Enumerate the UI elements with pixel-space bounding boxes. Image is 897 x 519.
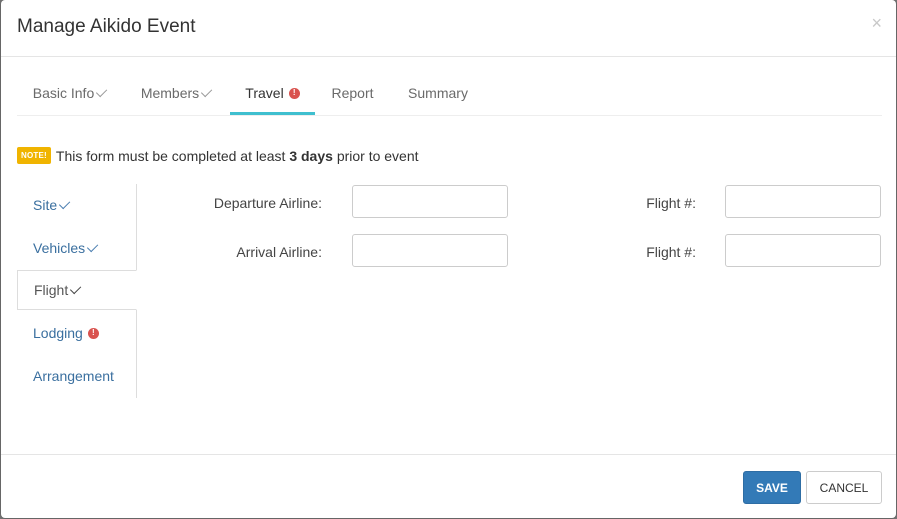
check-icon [87,240,99,253]
manage-event-modal: Manage Aikido Event × Basic Info Members… [1,0,896,518]
modal-title: Manage Aikido Event [17,16,196,37]
departure-flight-input[interactable] [725,185,881,218]
departure-airline-input[interactable] [352,185,508,218]
subtab-arrangement[interactable]: Arrangement [17,356,136,396]
tab-basic-info[interactable]: Basic Info [17,74,124,112]
save-button[interactable]: SAVE [743,471,801,504]
tab-label: Report [331,85,374,101]
travel-subtabs: Site Vehicles Flight Lodging ! Arrangeme… [17,184,137,398]
arrival-airline-input[interactable] [352,234,508,267]
arrival-flight-label: Flight #: [646,244,696,260]
note-text-before: This form must be completed at least [55,147,286,164]
subtab-flight[interactable]: Flight [17,270,137,310]
arrival-airline-label: Arrival Airline: [236,244,322,260]
check-icon [70,282,82,295]
check-icon [96,85,108,98]
check-icon [59,197,71,210]
cancel-button[interactable]: CANCEL [806,471,882,504]
tab-members[interactable]: Members [124,74,230,112]
tab-travel[interactable]: Travel ! [230,74,315,115]
departure-flight-label: Flight #: [646,195,696,211]
tab-label: Members [140,85,200,101]
note-row: NOTE! This form must be completed at lea… [17,147,419,164]
subtab-label: Flight [34,282,69,298]
departure-airline-label: Departure Airline: [213,195,322,211]
warning-icon: ! [288,87,300,99]
warning-icon: ! [87,327,99,339]
subtab-label: Arrangement [33,368,114,384]
tab-label: Travel [245,85,284,101]
tab-report[interactable]: Report [315,74,390,112]
subtab-site[interactable]: Site [17,185,136,225]
subtab-vehicles[interactable]: Vehicles [17,228,136,268]
tab-label: Basic Info [32,85,95,101]
arrival-flight-input[interactable] [725,234,881,267]
subtab-label: Lodging [33,325,83,341]
subtab-label: Site [33,197,58,213]
tab-label: Summary [408,85,468,101]
main-tabs: Basic Info Members Travel ! Report Summa… [17,74,882,116]
note-text-bold: 3 days [289,147,333,164]
check-icon [201,85,213,98]
subtab-label: Vehicles [33,240,86,256]
tab-summary[interactable]: Summary [390,74,486,112]
subtab-lodging[interactable]: Lodging ! [17,313,136,353]
note-badge: NOTE! [17,147,51,164]
close-icon[interactable]: × [871,14,882,32]
note-text-after: prior to event [336,147,419,164]
modal-header: Manage Aikido Event × [1,0,896,57]
modal-footer: SAVE CANCEL [1,454,896,518]
